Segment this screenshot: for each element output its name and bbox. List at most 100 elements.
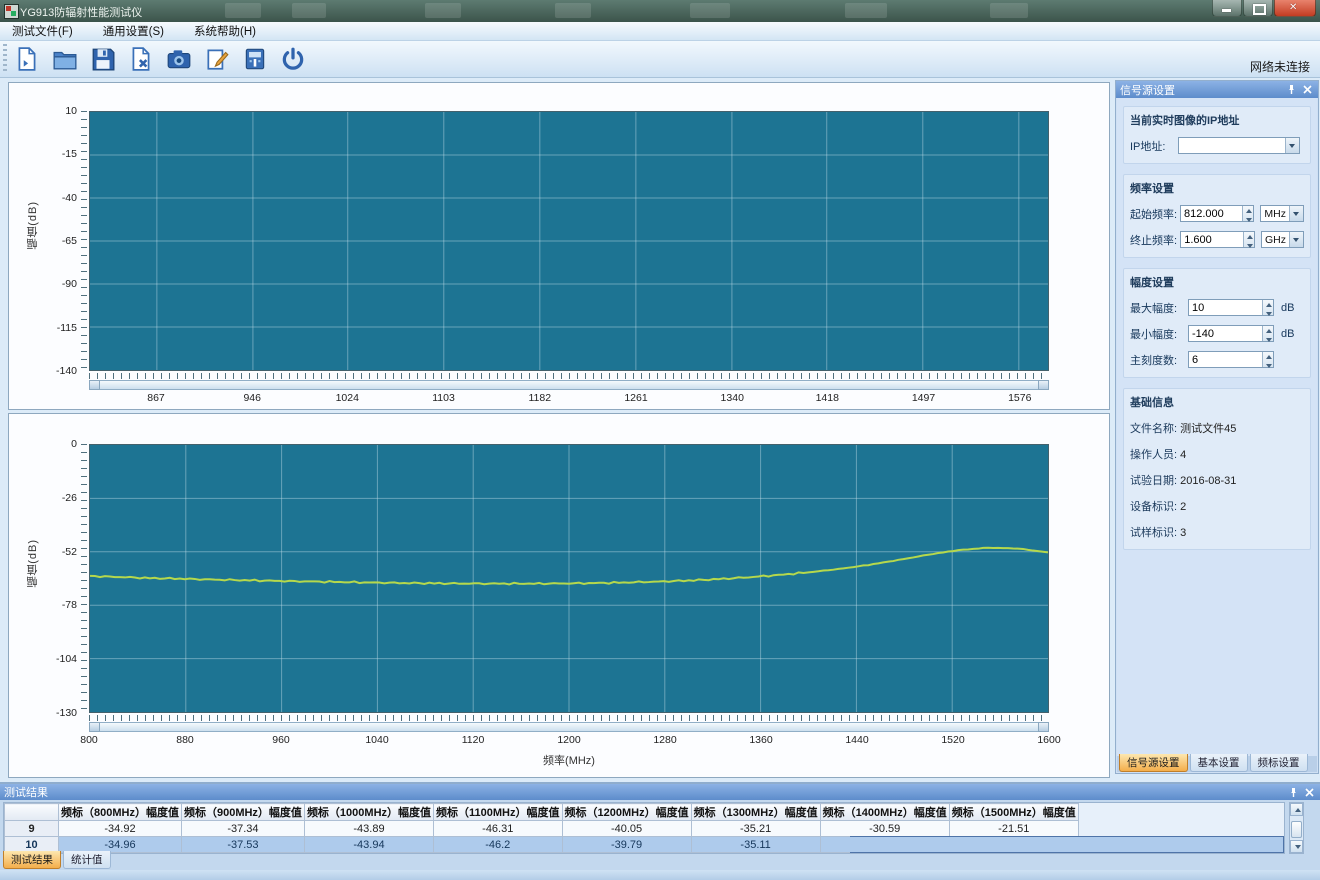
column-header[interactable]: 频标（1100MHz）幅度值 bbox=[434, 804, 562, 821]
y-tick-label: -26 bbox=[62, 492, 77, 504]
close-button[interactable]: ✕ bbox=[1274, 0, 1316, 17]
chevron-down-icon[interactable] bbox=[1289, 232, 1303, 247]
start-frequency-input[interactable] bbox=[1181, 206, 1242, 221]
x-axis-ticks: 86794610241103118212611340141814971576 bbox=[89, 392, 1049, 406]
menu-general-settings[interactable]: 通用设置(S) bbox=[99, 22, 168, 40]
amplitude-cell[interactable]: -21.51 bbox=[949, 821, 1078, 837]
close-icon[interactable] bbox=[1301, 83, 1314, 96]
column-header[interactable]: 频标（1500MHz）幅度值 bbox=[949, 804, 1078, 821]
start-frequency-unit-select[interactable]: MHz bbox=[1260, 205, 1304, 222]
toolbar-grip[interactable] bbox=[3, 44, 7, 74]
new-document-button[interactable] bbox=[12, 44, 42, 74]
column-header[interactable]: 频标（900MHz）幅度值 bbox=[181, 804, 304, 821]
stop-frequency-input[interactable] bbox=[1181, 232, 1243, 247]
amplitude-cell[interactable]: -35.11 bbox=[691, 837, 820, 853]
titlebar-highlight bbox=[425, 3, 461, 18]
scroll-handle-left[interactable] bbox=[89, 380, 100, 390]
max-amplitude-stepper[interactable] bbox=[1262, 300, 1273, 315]
frequency-section-title: 频率设置 bbox=[1130, 180, 1304, 196]
screenshot-button[interactable] bbox=[164, 44, 194, 74]
amplitude-cell[interactable]: -34.92 bbox=[59, 821, 182, 837]
x-axis-scrollbar[interactable] bbox=[89, 722, 1049, 732]
minimize-button[interactable] bbox=[1212, 0, 1242, 17]
min-amplitude-stepper[interactable] bbox=[1262, 326, 1273, 341]
amplitude-chart-panel: 幅值(dB) 0-26-52-78-104-130 80088096010401… bbox=[8, 413, 1110, 778]
stop-frequency-unit: GHz bbox=[1262, 234, 1289, 246]
column-header[interactable]: 频标（1300MHz）幅度值 bbox=[691, 804, 820, 821]
vertical-scrollbar[interactable] bbox=[1289, 802, 1304, 854]
x-axis-ruler bbox=[89, 715, 1049, 721]
start-frequency-stepper[interactable] bbox=[1242, 206, 1253, 221]
amplitude-cell[interactable]: -43.89 bbox=[304, 821, 433, 837]
amplitude-cell[interactable]: -43.94 bbox=[304, 837, 433, 853]
amplitude-cell[interactable]: -46.2 bbox=[434, 837, 562, 853]
scroll-handle-right[interactable] bbox=[1038, 380, 1049, 390]
close-icon[interactable] bbox=[1303, 786, 1316, 799]
results-table-zone: 频标（800MHz）幅度值频标（900MHz）幅度值频标（1000MHz）幅度值… bbox=[3, 802, 1285, 854]
info-operator: 操作人员: 4 bbox=[1130, 446, 1304, 462]
stop-frequency-stepper[interactable] bbox=[1243, 232, 1254, 247]
max-amplitude-unit: dB bbox=[1281, 302, 1294, 314]
scrollbar-thumb[interactable] bbox=[1291, 821, 1302, 838]
x-axis-scrollbar[interactable] bbox=[89, 380, 1049, 390]
divisions-stepper[interactable] bbox=[1262, 352, 1273, 367]
x-tick-label: 1040 bbox=[365, 734, 388, 746]
menu-test-file[interactable]: 测试文件(F) bbox=[8, 22, 77, 40]
table-row[interactable]: 9-34.92-37.34-43.89-46.31-40.05-35.21-30… bbox=[5, 821, 1079, 837]
toolbar bbox=[0, 41, 1320, 78]
save-button[interactable] bbox=[88, 44, 118, 74]
dock-header: 信号源设置 bbox=[1116, 81, 1318, 98]
max-amplitude-input[interactable] bbox=[1189, 300, 1262, 315]
y-tick-label: -65 bbox=[62, 235, 77, 247]
dock-title: 信号源设置 bbox=[1120, 82, 1175, 98]
instrument-panel-button[interactable] bbox=[240, 44, 270, 74]
pin-icon[interactable] bbox=[1287, 786, 1300, 799]
x-tick-label: 1418 bbox=[816, 392, 839, 404]
x-tick-label: 1120 bbox=[462, 734, 485, 746]
amplitude-cell[interactable]: -35.21 bbox=[691, 821, 820, 837]
y-tick-label: -104 bbox=[56, 653, 77, 665]
column-header[interactable]: 频标（800MHz）幅度值 bbox=[59, 804, 182, 821]
edit-report-button[interactable] bbox=[202, 44, 232, 74]
column-header[interactable]: 频标（1000MHz）幅度值 bbox=[304, 804, 433, 821]
maximize-button[interactable] bbox=[1243, 0, 1273, 17]
min-amplitude-input[interactable] bbox=[1189, 326, 1262, 341]
scroll-handle-left[interactable] bbox=[89, 722, 100, 732]
tab-signal-source-settings[interactable]: 信号源设置 bbox=[1119, 754, 1188, 772]
amplitude-cell[interactable]: -37.34 bbox=[181, 821, 304, 837]
amplitude-cell[interactable]: -40.05 bbox=[562, 821, 691, 837]
power-button[interactable] bbox=[278, 44, 308, 74]
chevron-down-icon[interactable] bbox=[1289, 206, 1303, 221]
titlebar-highlight bbox=[990, 3, 1028, 18]
x-tick-label: 867 bbox=[147, 392, 165, 404]
scroll-handle-right[interactable] bbox=[1038, 722, 1049, 732]
tab-statistics[interactable]: 统计值 bbox=[63, 851, 111, 869]
amplitude-cell[interactable]: -39.79 bbox=[562, 837, 691, 853]
divisions-input[interactable] bbox=[1189, 352, 1262, 367]
open-folder-icon bbox=[52, 46, 78, 72]
row-header[interactable]: 9 bbox=[5, 821, 59, 837]
open-folder-button[interactable] bbox=[50, 44, 80, 74]
chevron-down-icon[interactable] bbox=[1285, 138, 1299, 153]
column-header[interactable] bbox=[5, 804, 59, 821]
min-amplitude-unit: dB bbox=[1281, 328, 1294, 340]
scroll-down-icon[interactable] bbox=[1290, 840, 1303, 853]
menu-system-help[interactable]: 系统帮助(H) bbox=[190, 22, 260, 40]
column-header[interactable]: 频标（1400MHz）幅度值 bbox=[820, 804, 949, 821]
stop-frequency-unit-select[interactable]: GHz bbox=[1261, 231, 1304, 248]
column-header[interactable]: 频标（1200MHz）幅度值 bbox=[562, 804, 691, 821]
ip-address-select[interactable] bbox=[1178, 137, 1300, 154]
y-tick-label: 0 bbox=[71, 438, 77, 450]
tab-test-results[interactable]: 测试结果 bbox=[3, 851, 61, 869]
scroll-up-icon[interactable] bbox=[1290, 803, 1303, 816]
titlebar-highlight bbox=[845, 3, 887, 18]
tab-basic-settings[interactable]: 基本设置 bbox=[1190, 754, 1248, 772]
amplitude-cell[interactable]: -30.59 bbox=[820, 821, 949, 837]
camera-icon bbox=[166, 46, 192, 72]
amplitude-cell[interactable]: -37.53 bbox=[181, 837, 304, 853]
info-sample-id: 试样标识: 3 bbox=[1130, 524, 1304, 540]
amplitude-cell[interactable]: -46.31 bbox=[434, 821, 562, 837]
tab-marker-settings[interactable]: 频标设置 bbox=[1250, 754, 1308, 772]
close-document-button[interactable] bbox=[126, 44, 156, 74]
pin-icon[interactable] bbox=[1285, 83, 1298, 96]
